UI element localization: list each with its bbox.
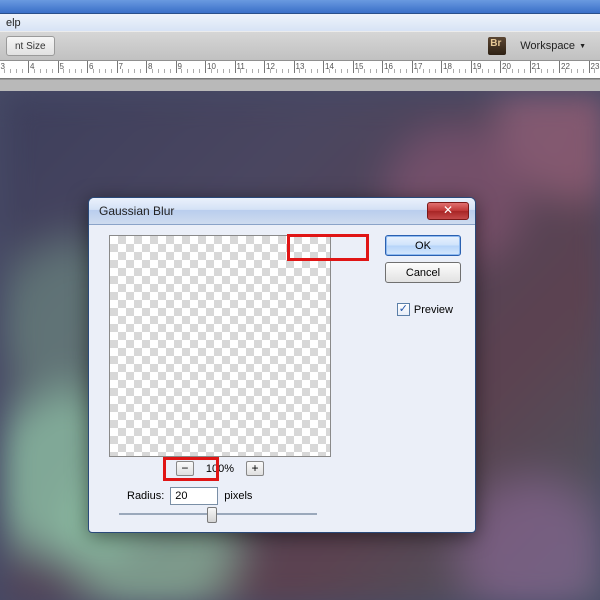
window-titlebar: [0, 0, 600, 14]
blur-preview[interactable]: [109, 235, 331, 457]
ok-button[interactable]: OK: [385, 235, 461, 256]
radius-slider-thumb[interactable]: [207, 507, 217, 523]
horizontal-ruler: 01234567891011121314151617181920212223: [0, 61, 600, 79]
cancel-button[interactable]: Cancel: [385, 262, 461, 283]
zoom-level: 100%: [206, 463, 234, 475]
fit-size-button[interactable]: nt Size: [6, 36, 55, 56]
radius-input[interactable]: [170, 487, 218, 505]
zoom-in-button[interactable]: +: [246, 461, 264, 476]
options-toolbar: nt Size Workspace: [0, 31, 600, 61]
gaussian-blur-dialog: Gaussian Blur ✕ − 100% + Radius: pixels …: [88, 197, 476, 533]
fit-size-label: nt Size: [15, 41, 46, 52]
dialog-title-text: Gaussian Blur: [99, 204, 174, 218]
workspace-dropdown[interactable]: Workspace: [512, 36, 594, 56]
close-icon[interactable]: ✕: [427, 202, 469, 220]
document-top-bar: [0, 79, 600, 91]
preview-checkbox-label: Preview: [414, 304, 453, 316]
menu-help[interactable]: elp: [6, 17, 21, 29]
radius-slider-track[interactable]: [119, 513, 317, 515]
workspace-label: Workspace: [520, 40, 575, 52]
zoom-out-button[interactable]: −: [176, 461, 194, 476]
app-menubar: elp: [0, 14, 600, 31]
radius-unit: pixels: [224, 490, 252, 502]
dialog-titlebar[interactable]: Gaussian Blur ✕: [89, 198, 475, 225]
radius-label: Radius:: [127, 490, 164, 502]
preview-checkbox[interactable]: ✓: [397, 303, 410, 316]
bridge-icon[interactable]: [488, 37, 506, 55]
